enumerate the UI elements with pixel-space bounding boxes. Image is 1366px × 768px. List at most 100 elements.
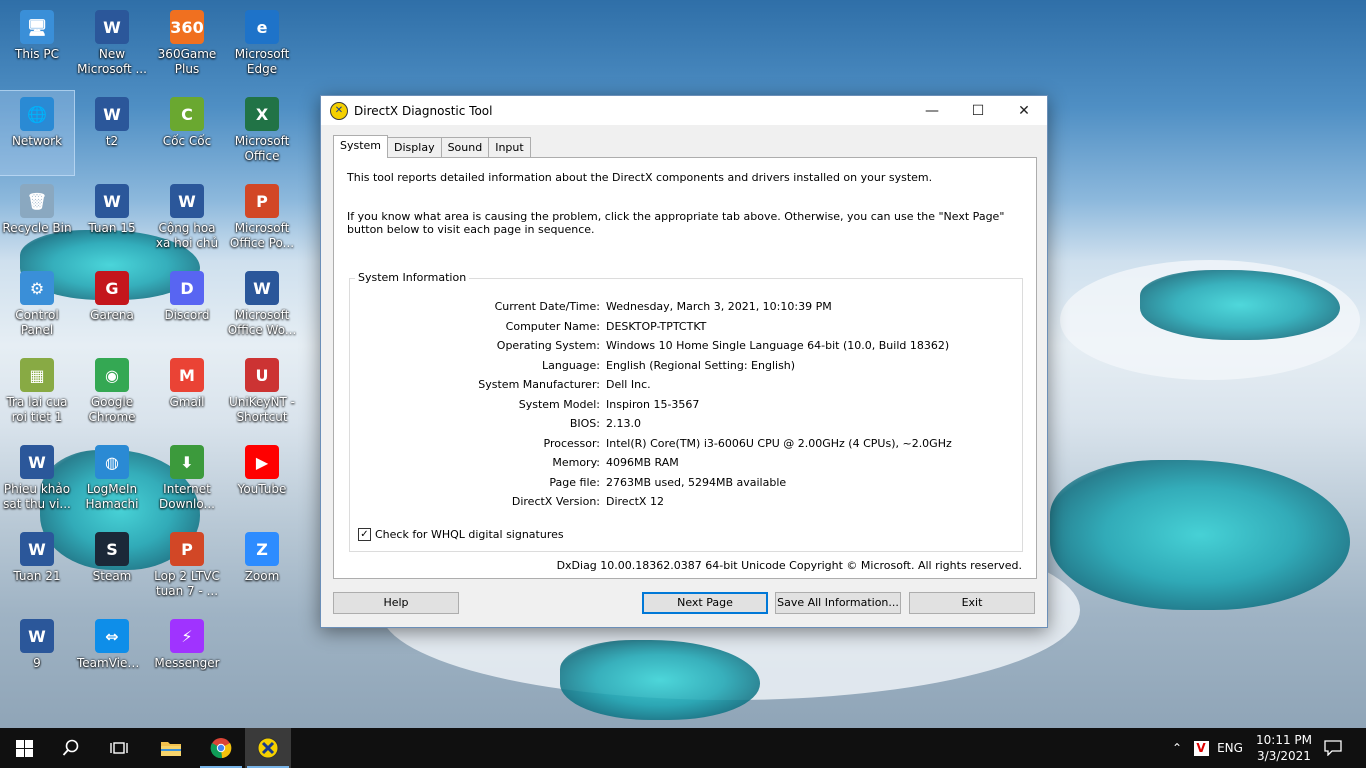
desktop-icon-control-panel[interactable]: ⚙ Control Panel (0, 265, 74, 349)
exit-button[interactable]: Exit (909, 592, 1035, 614)
desktop-icon-label: Garena (90, 308, 134, 322)
desktop-icon-label: UniKeyNT - Shortcut (229, 395, 295, 424)
info-value: Windows 10 Home Single Language 64-bit (… (606, 339, 950, 353)
desktop-icon-this-pc[interactable]: 🖥 This PC (0, 4, 74, 88)
desktop-app-icon: W (20, 445, 54, 479)
system-info-row: Computer Name: DESKTOP-TPTCTKT (350, 317, 1022, 337)
title-bar[interactable]: ✕ DirectX Diagnostic Tool — ☐ ✕ (321, 96, 1047, 125)
info-key: Computer Name: (505, 319, 600, 333)
clock[interactable]: 10:11 PM 3/3/2021 (1252, 728, 1316, 768)
task-view-icon (110, 742, 128, 754)
desktop-icon-label: Messenger (154, 656, 220, 670)
checkbox-checked-icon[interactable]: ✓ (358, 528, 371, 541)
desktop-icon-discord[interactable]: D Discord (150, 265, 224, 349)
system-info-row: Page file: 2763MB used, 5294MB available (350, 473, 1022, 493)
desktop-icon-messenger[interactable]: ⚡ Messenger (150, 613, 224, 697)
taskbar-file-explorer[interactable] (148, 728, 194, 768)
desktop-icon-network[interactable]: 🌐 Network (0, 90, 75, 176)
desktop-icon-recycle-bin[interactable]: 🗑 Recycle Bin (0, 178, 74, 262)
unikey-tray-button[interactable]: V (1190, 728, 1212, 768)
tab-bar: System Display Sound Input (333, 135, 531, 158)
info-value: DESKTOP-TPTCTKT (606, 319, 707, 333)
search-button[interactable] (48, 728, 94, 768)
maximize-button[interactable]: ☐ (955, 96, 1001, 125)
info-key: Language: (542, 358, 600, 372)
info-key: Operating System: (496, 339, 600, 353)
desktop-icon-t2[interactable]: Wt2 (75, 91, 149, 175)
desktop-icon-label: LogMeIn Hamachi (85, 482, 139, 511)
desktop-icon-tuan-15[interactable]: W Tuan 15 (75, 178, 149, 262)
desktop-icon-microsoft-office-po[interactable]: P Microsoft Office Po... (225, 178, 299, 262)
desktop-icon-youtube[interactable]: ▶ YouTube (225, 439, 299, 523)
system-tab-panel: This tool reports detailed information a… (333, 157, 1037, 579)
desktop-icon-c-ng-hoa-xa-hoi-ch-ng[interactable]: W Cộng hoa xa hoi chủ ng... (150, 178, 224, 262)
desktop-app-icon: W (95, 10, 129, 44)
system-info-row: Language: English (Regional Setting: Engl… (350, 356, 1022, 376)
save-all-information-button[interactable]: Save All Information... (775, 592, 901, 614)
desktop-icon-steam[interactable]: S Steam (75, 526, 149, 610)
show-hidden-icons-button[interactable]: ⌃ (1166, 728, 1188, 768)
desktop-icon-label: Cộng hoa xa hoi chủ ng... (155, 221, 219, 250)
desktop-icon-new-microsoft[interactable]: W New Microsoft ... (75, 4, 149, 88)
system-info-list: Current Date/Time: Wednesday, March 3, 20… (350, 297, 1022, 512)
taskbar-dxdiag[interactable] (245, 728, 291, 768)
help-button[interactable]: Help (333, 592, 459, 614)
dxdiag-app-icon: ✕ (330, 101, 348, 120)
info-value: 2.13.0 (606, 417, 641, 431)
desktop-app-icon: S (95, 532, 129, 566)
minimize-button[interactable]: — (909, 96, 955, 125)
desktop-icon-google-chrome[interactable]: ◉ Google Chrome (75, 352, 149, 436)
instructions-text: If you know what area is causing the pro… (347, 210, 1005, 236)
search-icon (62, 739, 79, 756)
tab-sound[interactable]: Sound (440, 137, 490, 157)
desktop-icon-microsoft-office-exc[interactable]: X Microsoft Office Exc... (225, 91, 299, 175)
close-button[interactable]: ✕ (1001, 96, 1047, 125)
tab-system[interactable]: System (333, 135, 389, 158)
desktop-icon-c-c-c-c[interactable]: C Cốc Cốc (150, 91, 224, 175)
chevron-up-icon: ⌃ (1171, 741, 1183, 755)
desktop-icon-label: Microsoft Office Exc... (234, 134, 290, 163)
desktop-app-icon: ⚙ (20, 271, 54, 305)
desktop-app-icon: Z (245, 532, 279, 566)
desktop-icon-microsoft-office-wo[interactable]: W Microsoft Office Wo... (225, 265, 299, 349)
desktop-icon-lop-2-ltvc-tuan-7[interactable]: P Lop 2 LTVC tuan 7 - ... (150, 526, 224, 610)
desktop-icon-label: Zoom (244, 569, 280, 583)
desktop-icon-gmail[interactable]: M Gmail (150, 352, 224, 436)
desktop-app-icon: M (170, 358, 204, 392)
desktop-icon-label: Microsoft Office Po... (229, 221, 295, 250)
desktop-icon-9[interactable]: W9 (0, 613, 74, 697)
desktop-app-icon: 🖥 (20, 10, 54, 44)
desktop-icon-tuan-21[interactable]: W Tuan 21 (0, 526, 74, 610)
desktop-icon-unikeynt-shortcut[interactable]: U UniKeyNT - Shortcut (225, 352, 299, 436)
desktop-icon-logmein-hamachi[interactable]: ◍ LogMeIn Hamachi (75, 439, 149, 523)
desktop-icon-teamviewer[interactable]: ⇔ TeamViewer (75, 613, 149, 697)
desktop-app-icon: ▶ (245, 445, 279, 479)
next-page-button[interactable]: Next Page (642, 592, 768, 614)
tab-input[interactable]: Input (488, 137, 531, 157)
desktop-icon-label: Steam (92, 569, 132, 583)
system-info-row: System Manufacturer: Dell Inc. (350, 375, 1022, 395)
tab-display[interactable]: Display (387, 137, 442, 157)
desktop-icon-garena[interactable]: G Garena (75, 265, 149, 349)
desktop-icon-tra-lai-cua-roi-tiet-1[interactable]: ▦ Tra lai cua roi tiet 1 (0, 352, 74, 436)
start-button[interactable] (1, 728, 47, 768)
desktop-icon-label: Discord (164, 308, 210, 322)
info-key: System Model: (518, 397, 600, 411)
task-view-button[interactable] (96, 728, 142, 768)
whql-checkbox[interactable]: ✓ Check for WHQL digital signatures (358, 528, 564, 541)
taskbar-chrome[interactable] (198, 728, 244, 768)
system-info-row: BIOS: 2.13.0 (350, 414, 1022, 434)
desktop-icon-360game-plus[interactable]: 360 360Game Plus (150, 4, 224, 88)
input-language-button[interactable]: ENG (1214, 728, 1246, 768)
info-key: Memory: (552, 456, 600, 470)
info-key: Page file: (549, 475, 600, 489)
info-key: DirectX Version: (511, 495, 600, 509)
action-center-button[interactable] (1318, 728, 1348, 768)
desktop-icon-internet-downlo[interactable]: ⬇ Internet Downlo... (150, 439, 224, 523)
desktop-icon-label: Microsoft Office Wo... (227, 308, 297, 337)
desktop-icon-zoom[interactable]: Z Zoom (225, 526, 299, 610)
desktop-icon-phieu-kh-o-sat-thu-vi[interactable]: W Phieu khảo sat thu vi... (0, 439, 74, 523)
desktop-icon-label: Gmail (169, 395, 205, 409)
info-value: Inspiron 15-3567 (606, 397, 700, 411)
desktop-icon-microsoft-edge[interactable]: e Microsoft Edge (225, 4, 299, 88)
